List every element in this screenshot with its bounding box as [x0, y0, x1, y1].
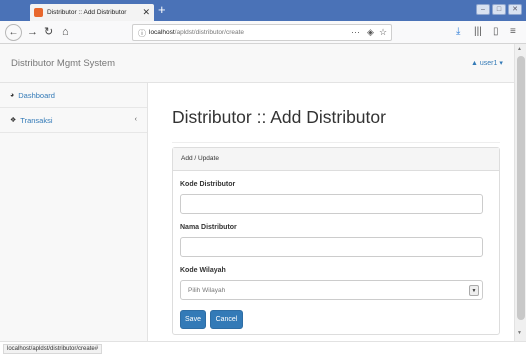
- user-name: user1: [479, 60, 498, 67]
- panel-heading: Add / Update: [173, 148, 499, 171]
- sidebar-item-transaksi[interactable]: ❖ Transaksi ‹: [0, 108, 147, 133]
- sidebar-item-label: Dashboard: [18, 90, 55, 100]
- page-scrollbar[interactable]: ▲ ▼: [514, 44, 526, 341]
- maximize-icon[interactable]: □: [492, 4, 506, 15]
- download-icon[interactable]: ⤓: [456, 26, 460, 38]
- minimize-icon[interactable]: –: [476, 4, 490, 15]
- brand-title[interactable]: Distributor Mgmt System: [11, 58, 115, 69]
- scroll-up-icon[interactable]: ▲: [517, 46, 522, 52]
- sidebar-toggle-icon[interactable]: ▯: [493, 26, 499, 38]
- sidebar-item-dashboard[interactable]: ◕ Dashboard: [0, 83, 147, 108]
- status-url: localhost/apldst/distributor/create#: [3, 344, 103, 354]
- browser-tab[interactable]: Distributor :: Add Distributor ✕: [30, 4, 154, 21]
- tab-title: Distributor :: Add Distributor: [47, 9, 127, 16]
- url-host: localhost: [149, 29, 175, 36]
- sidebar: ◕ Dashboard ❖ Transaksi ‹: [0, 83, 148, 341]
- form-panel: Add / Update Kode Distributor Nama Distr…: [172, 147, 500, 335]
- user-menu[interactable]: ▲ user1 ▾: [471, 59, 503, 67]
- back-button[interactable]: ←: [5, 24, 22, 41]
- browser-navbar: ← → ↻ ⌂ ⓘ localhost/apldst/distributor/c…: [0, 21, 526, 44]
- home-icon[interactable]: ⌂: [62, 26, 69, 39]
- reload-icon[interactable]: ↻: [44, 26, 53, 39]
- status-bar: localhost/apldst/distributor/create#: [0, 341, 526, 356]
- sitemap-icon: ❖: [10, 117, 17, 124]
- app-header: Distributor Mgmt System ▲ user1 ▾: [0, 44, 514, 83]
- main-content: Distributor :: Add Distributor Add / Upd…: [149, 83, 514, 341]
- bookmark-star-icon[interactable]: ☆: [379, 27, 387, 38]
- library-icon[interactable]: |||: [474, 26, 482, 38]
- user-icon: ▲: [471, 60, 478, 67]
- new-tab-button[interactable]: +: [158, 2, 166, 17]
- kode-wilayah-label: Kode Wilayah: [180, 267, 226, 274]
- chevron-down-icon: ▼: [469, 285, 479, 296]
- scroll-thumb[interactable]: [517, 56, 525, 320]
- kode-wilayah-select[interactable]: Pilih Wilayah ▼: [180, 280, 483, 300]
- info-icon[interactable]: ⓘ: [138, 28, 146, 39]
- chevron-left-icon: ‹: [134, 116, 137, 123]
- favicon-icon: [34, 8, 43, 17]
- nama-distributor-input[interactable]: [180, 237, 483, 257]
- page-title: Distributor :: Add Distributor: [172, 107, 386, 127]
- window-close-icon[interactable]: ✕: [508, 4, 522, 15]
- address-bar[interactable]: ⓘ localhost/apldst/distributor/create ··…: [132, 24, 392, 41]
- kode-distributor-label: Kode Distributor: [180, 181, 236, 188]
- pocket-icon[interactable]: ◈: [367, 27, 374, 38]
- tab-close-icon[interactable]: ✕: [142, 8, 150, 17]
- sidebar-item-label: Transaksi: [20, 115, 53, 125]
- forward-icon[interactable]: →: [27, 26, 38, 39]
- menu-icon[interactable]: ≡: [510, 26, 516, 38]
- scroll-down-icon[interactable]: ▼: [517, 330, 522, 336]
- kode-distributor-input[interactable]: [180, 194, 483, 214]
- caret-down-icon: ▾: [499, 60, 503, 67]
- save-button[interactable]: Save: [180, 310, 206, 329]
- page-actions-icon[interactable]: ···: [351, 27, 360, 37]
- url-text: localhost/apldst/distributor/create: [149, 29, 244, 36]
- title-divider: [172, 142, 500, 143]
- select-value: Pilih Wilayah: [188, 286, 226, 294]
- url-path: /apldst/distributor/create: [174, 29, 245, 36]
- nama-distributor-label: Nama Distributor: [180, 224, 237, 231]
- dashboard-icon: ◕: [10, 91, 15, 99]
- cancel-button[interactable]: Cancel: [210, 310, 243, 329]
- browser-tabbar: Distributor :: Add Distributor ✕ + – □ ✕: [0, 0, 526, 21]
